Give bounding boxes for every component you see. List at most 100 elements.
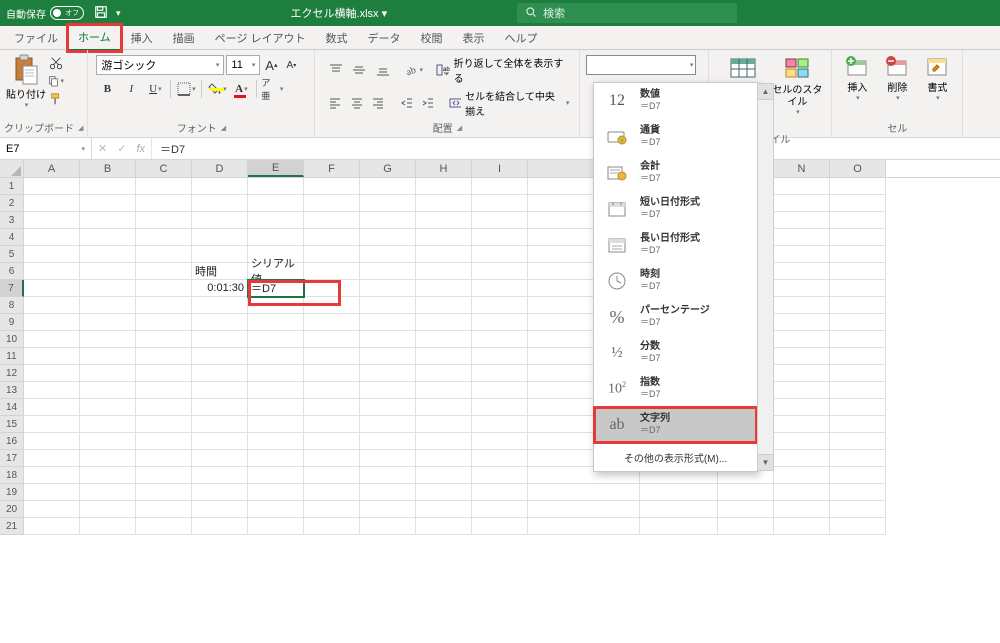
cell[interactable] [136, 365, 192, 382]
cell[interactable] [472, 280, 528, 297]
row-header[interactable]: 5 [0, 246, 24, 263]
cell[interactable] [24, 467, 80, 484]
align-center-button[interactable] [347, 92, 366, 114]
tab-formulas[interactable]: 数式 [316, 26, 358, 50]
fx-button[interactable]: fx [136, 143, 145, 155]
cell[interactable] [774, 229, 830, 246]
cell[interactable] [248, 348, 304, 365]
cell[interactable] [304, 229, 360, 246]
cell[interactable] [304, 382, 360, 399]
cell[interactable] [136, 229, 192, 246]
clipboard-dialog-launcher[interactable]: ◢ [78, 124, 83, 132]
cell[interactable] [472, 178, 528, 195]
cell[interactable] [248, 484, 304, 501]
cell[interactable] [80, 416, 136, 433]
cell[interactable] [192, 348, 248, 365]
cell[interactable] [472, 450, 528, 467]
cell[interactable] [830, 450, 886, 467]
bold-button[interactable]: B [96, 78, 118, 100]
cell[interactable] [774, 195, 830, 212]
row-header[interactable]: 16 [0, 433, 24, 450]
cell[interactable] [830, 484, 886, 501]
cell[interactable] [774, 467, 830, 484]
merge-center-button[interactable]: セルを結合して中央揃え▾ [449, 88, 569, 118]
cell[interactable] [472, 416, 528, 433]
col-E[interactable]: E [248, 160, 304, 177]
decrease-font-button[interactable]: A▾ [282, 55, 300, 75]
cell[interactable] [304, 331, 360, 348]
row-header[interactable]: 17 [0, 450, 24, 467]
cell[interactable] [80, 467, 136, 484]
cell[interactable] [416, 178, 472, 195]
cell[interactable] [472, 433, 528, 450]
cell[interactable] [774, 484, 830, 501]
cell[interactable] [416, 348, 472, 365]
row-header[interactable]: 21 [0, 518, 24, 535]
cell[interactable] [136, 246, 192, 263]
col-A[interactable]: A [24, 160, 80, 177]
format-painter-button[interactable] [48, 91, 64, 107]
cell[interactable]: 時間 [192, 263, 248, 280]
tab-home[interactable]: ホーム [68, 25, 121, 51]
cell[interactable] [304, 178, 360, 195]
cell[interactable] [640, 501, 718, 518]
col-G[interactable]: G [360, 160, 416, 177]
cell[interactable] [136, 331, 192, 348]
insert-cell-button[interactable]: 挿入▾ [840, 55, 874, 102]
cell[interactable] [472, 212, 528, 229]
row-header[interactable]: 9 [0, 314, 24, 331]
cell[interactable] [416, 212, 472, 229]
border-button[interactable]: ▾ [175, 78, 197, 100]
cell[interactable] [192, 484, 248, 501]
align-top-button[interactable] [325, 59, 346, 81]
row-header[interactable]: 2 [0, 195, 24, 212]
row-header[interactable]: 18 [0, 467, 24, 484]
cell[interactable] [192, 314, 248, 331]
cell[interactable] [304, 365, 360, 382]
cell[interactable] [192, 416, 248, 433]
number-format-item-fraction[interactable]: ½ 分数＝D7 [594, 335, 757, 371]
cell[interactable] [416, 433, 472, 450]
cell[interactable] [416, 246, 472, 263]
number-format-item-12[interactable]: 12 数値＝D7 [594, 83, 757, 119]
tab-review[interactable]: 校閲 [411, 26, 453, 50]
cell[interactable] [136, 501, 192, 518]
cell[interactable] [830, 331, 886, 348]
row-header[interactable]: 15 [0, 416, 24, 433]
tab-help[interactable]: ヘルプ [495, 26, 548, 50]
cell[interactable] [528, 518, 640, 535]
cell[interactable] [830, 467, 886, 484]
cell[interactable] [416, 263, 472, 280]
cell[interactable] [24, 484, 80, 501]
cell[interactable] [304, 263, 360, 280]
col-I[interactable]: I [472, 160, 528, 177]
cell[interactable] [136, 518, 192, 535]
cell[interactable] [360, 382, 416, 399]
cell[interactable] [24, 263, 80, 280]
align-right-button[interactable] [368, 92, 387, 114]
cell[interactable] [360, 212, 416, 229]
col-H[interactable]: H [416, 160, 472, 177]
cell[interactable] [416, 416, 472, 433]
cell[interactable] [360, 518, 416, 535]
cell[interactable] [248, 229, 304, 246]
cell[interactable] [80, 518, 136, 535]
more-number-formats-button[interactable]: その他の表示形式(M)... [594, 443, 757, 471]
cell[interactable] [830, 399, 886, 416]
format-cell-button[interactable]: 書式▾ [920, 55, 954, 102]
cell[interactable] [192, 331, 248, 348]
row-header[interactable]: 10 [0, 331, 24, 348]
cell[interactable] [416, 331, 472, 348]
cell[interactable] [416, 314, 472, 331]
row-header[interactable]: 6 [0, 263, 24, 280]
cell[interactable] [192, 229, 248, 246]
cell[interactable] [830, 314, 886, 331]
cell[interactable] [304, 314, 360, 331]
cell[interactable] [416, 195, 472, 212]
cell[interactable] [360, 229, 416, 246]
number-format-item-text[interactable]: ab 文字列＝D7 [594, 407, 757, 443]
cell[interactable] [248, 178, 304, 195]
col-C[interactable]: C [136, 160, 192, 177]
cell[interactable] [80, 195, 136, 212]
cell[interactable] [416, 229, 472, 246]
